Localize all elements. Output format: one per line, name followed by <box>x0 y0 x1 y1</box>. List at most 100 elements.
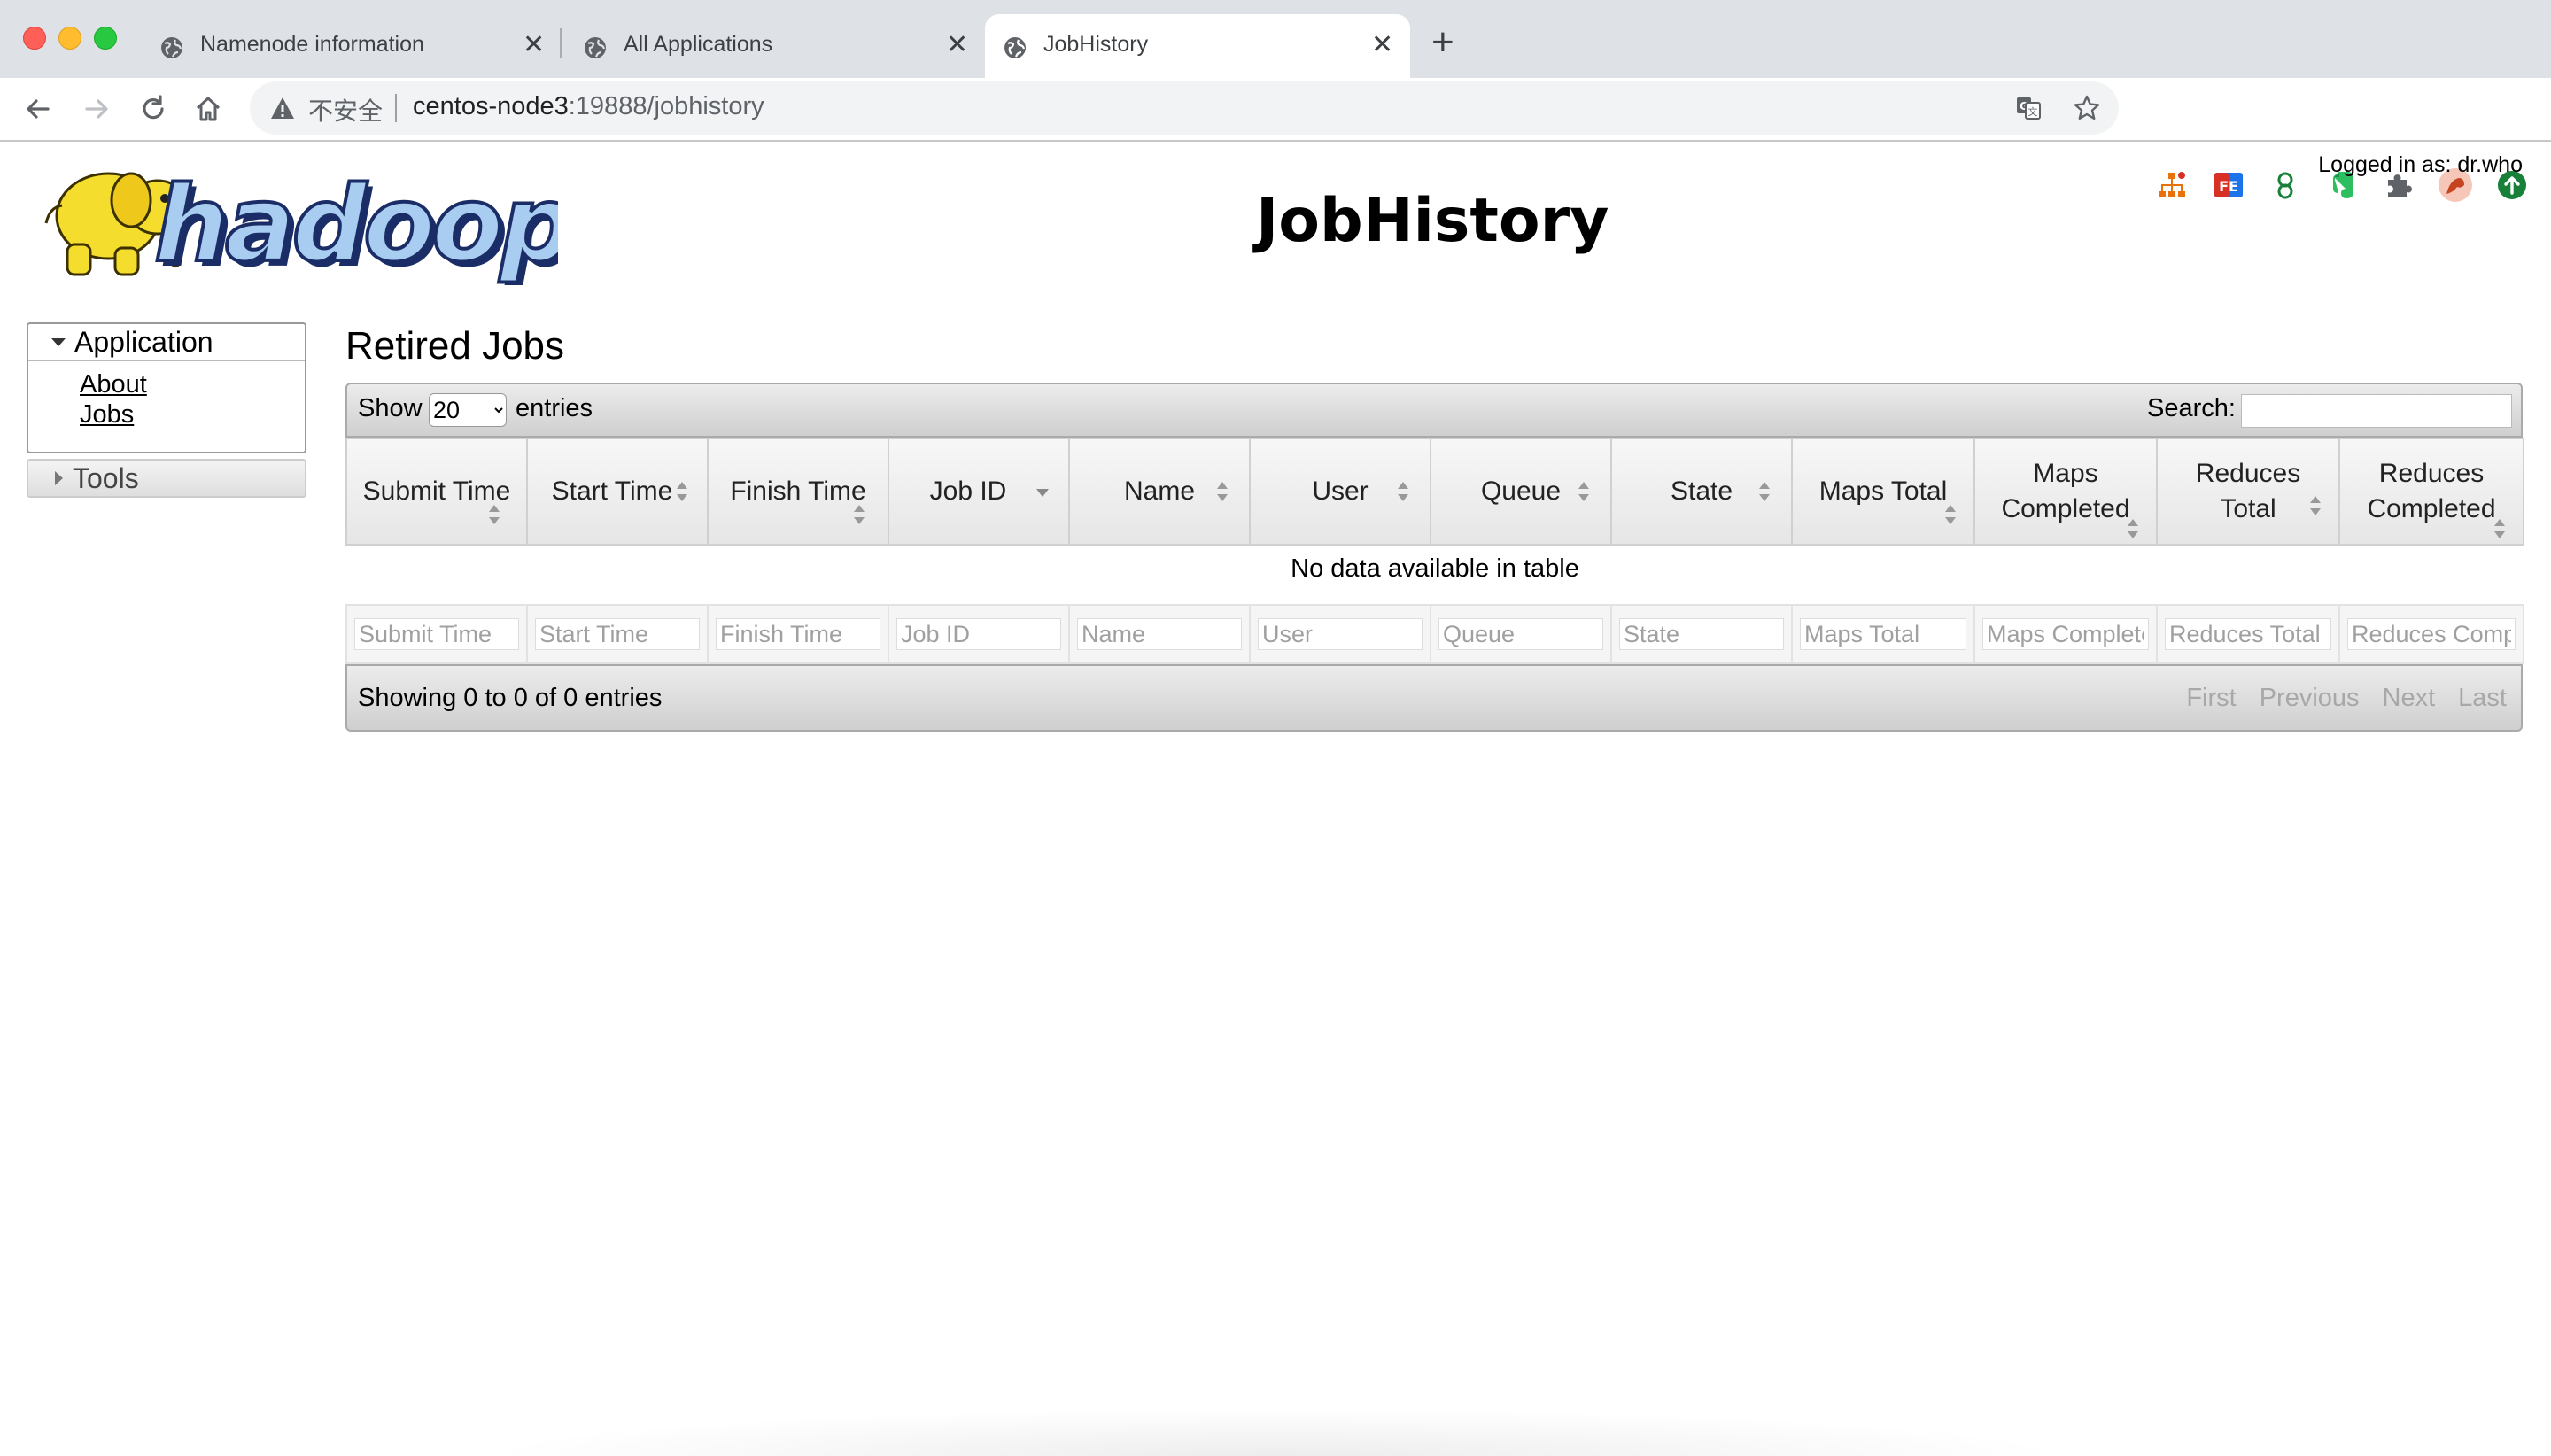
sort-icon <box>1578 482 1589 503</box>
column-header-user[interactable]: User <box>1249 438 1431 546</box>
tab-title: JobHistory <box>1043 32 1149 57</box>
table-header-row: Submit Time Start Time Finish Time Job I… <box>345 438 2524 546</box>
logged-in-status: Logged in as: dr.who <box>2318 152 2523 177</box>
filter-cell <box>526 604 709 664</box>
filter-queue[interactable] <box>1438 618 1603 650</box>
tab-close-icon[interactable]: ✕ <box>523 30 545 60</box>
forward-arrow-icon[interactable] <box>80 92 113 126</box>
sort-icon <box>2494 519 2505 540</box>
filter-name[interactable] <box>1077 618 1242 650</box>
column-header-queue[interactable]: Queue <box>1430 438 1612 546</box>
hadoop-logo[interactable]: hadoop hadoop <box>27 152 558 285</box>
globe-icon <box>1004 37 1026 58</box>
filter-maps-total[interactable] <box>1800 618 1966 650</box>
tab-close-icon[interactable]: ✕ <box>946 30 968 60</box>
filter-reduces-total[interactable] <box>2165 618 2331 650</box>
search-input[interactable] <box>2241 394 2512 428</box>
column-header-label: Reduces <box>2195 459 2301 488</box>
nav-link-jobs[interactable]: Jobs <box>80 400 134 430</box>
filter-job-id[interactable] <box>896 618 1061 650</box>
globe-icon <box>161 37 182 58</box>
tab-jobhistory[interactable]: JobHistory ✕ <box>985 14 1410 78</box>
url-path: :19888/jobhistory <box>568 92 764 120</box>
window-zoom-button[interactable] <box>94 27 117 50</box>
entries-select[interactable]: 20 <box>429 393 507 427</box>
pager-first-button[interactable]: First <box>2186 684 2236 713</box>
filter-cell <box>888 604 1070 664</box>
browser-tab-bar: Namenode information ✕ All Applications … <box>0 0 2551 78</box>
filter-state[interactable] <box>1619 618 1784 650</box>
column-header-submit-time[interactable]: Submit Time <box>345 438 528 546</box>
nav-section-application: Application About Jobs <box>27 322 306 453</box>
table-spacer <box>346 592 2524 605</box>
pager-previous-button[interactable]: Previous <box>2260 684 2360 713</box>
show-label: Show <box>358 394 423 422</box>
column-header-label: Maps Total <box>1818 476 1948 506</box>
column-header-label: User <box>1312 476 1369 506</box>
filter-finish-time[interactable] <box>716 618 880 650</box>
column-header-name[interactable]: Name <box>1068 438 1251 546</box>
filter-cell <box>1430 604 1612 664</box>
tab-all-applications[interactable]: All Applications ✕ <box>565 14 981 78</box>
search-label: Search: <box>2147 394 2236 422</box>
sort-icon <box>2310 496 2321 517</box>
warning-icon[interactable] <box>269 95 296 121</box>
sort-icon <box>677 482 687 503</box>
column-header-finish-time[interactable]: Finish Time <box>707 438 889 546</box>
jobs-table: Submit Time Start Time Finish Time Job I… <box>345 438 2524 664</box>
home-icon[interactable] <box>191 92 225 126</box>
nav-header-tools[interactable]: Tools <box>27 459 306 498</box>
filter-reduces-completed[interactable] <box>2347 618 2516 650</box>
column-header-label: Total <box>2220 494 2276 523</box>
address-bar[interactable]: 不安全 centos-node3:19888/jobhistory G 文 <box>250 81 2119 135</box>
browser-toolbar: 不安全 centos-node3:19888/jobhistory G 文 FE <box>0 78 2551 202</box>
column-header-maps-completed[interactable]: Maps Completed <box>1973 438 2158 546</box>
url-host: centos-node3 <box>413 92 569 120</box>
collapsed-triangle-icon <box>55 471 63 485</box>
bookmark-star-icon[interactable] <box>2073 94 2101 122</box>
pager-next-button[interactable]: Next <box>2383 684 2436 713</box>
filter-maps-completed[interactable] <box>1982 618 2149 650</box>
column-header-maps-total[interactable]: Maps Total <box>1791 438 1975 546</box>
filter-start-time[interactable] <box>535 618 700 650</box>
column-header-reduces-total[interactable]: Reduces Total <box>2156 438 2340 546</box>
window-close-button[interactable] <box>23 27 46 50</box>
tab-namenode-information[interactable]: Namenode information ✕ <box>142 14 558 78</box>
nav-header-application[interactable]: Application <box>28 324 305 361</box>
page-content: hadoop hadoop Logged in as: dr.who JobHi… <box>0 142 2551 1456</box>
filter-cell <box>2156 604 2340 664</box>
back-arrow-icon[interactable] <box>21 92 55 126</box>
column-header-job-id[interactable]: Job ID <box>888 438 1070 546</box>
reload-icon[interactable] <box>136 92 170 126</box>
column-header-start-time[interactable]: Start Time <box>526 438 709 546</box>
url-text[interactable]: centos-node3:19888/jobhistory <box>413 92 764 121</box>
filter-cell <box>1791 604 1975 664</box>
column-header-state[interactable]: State <box>1610 438 1793 546</box>
nav-header-label: Tools <box>73 462 139 494</box>
filter-cell <box>1973 604 2158 664</box>
filter-user[interactable] <box>1258 618 1423 650</box>
filter-cell <box>1610 604 1793 664</box>
nav-link-about[interactable]: About <box>80 370 147 399</box>
jobs-table-wrapper: Show 20 entries Search: Submit Time Star… <box>345 383 2524 732</box>
column-header-label: Job ID <box>929 476 1007 506</box>
new-tab-button[interactable]: + <box>1431 23 1454 62</box>
column-header-reduces-completed[interactable]: Reduces Completed <box>2338 438 2524 546</box>
tab-title: Namenode information <box>200 32 424 57</box>
sort-icon <box>1217 482 1228 503</box>
filter-cell <box>707 604 889 664</box>
translate-icon[interactable]: G 文 <box>2014 94 2043 122</box>
security-label[interactable]: 不安全 <box>308 92 383 128</box>
window-bottom-shadow <box>478 1408 2073 1456</box>
table-info: Showing 0 to 0 of 0 entries <box>358 684 663 712</box>
page-title: JobHistory <box>1256 186 1609 256</box>
sort-icon <box>854 505 865 526</box>
tab-close-icon[interactable]: ✕ <box>1371 30 1393 60</box>
pagination: First Previous Next Last <box>2186 684 2507 713</box>
filter-submit-time[interactable] <box>354 618 519 650</box>
window-minimize-button[interactable] <box>58 27 81 50</box>
spacer-cell <box>346 592 2524 605</box>
table-bottom-bar: Showing 0 to 0 of 0 entries First Previo… <box>345 664 2523 732</box>
filter-cell <box>1249 604 1431 664</box>
pager-last-button[interactable]: Last <box>2458 684 2507 713</box>
